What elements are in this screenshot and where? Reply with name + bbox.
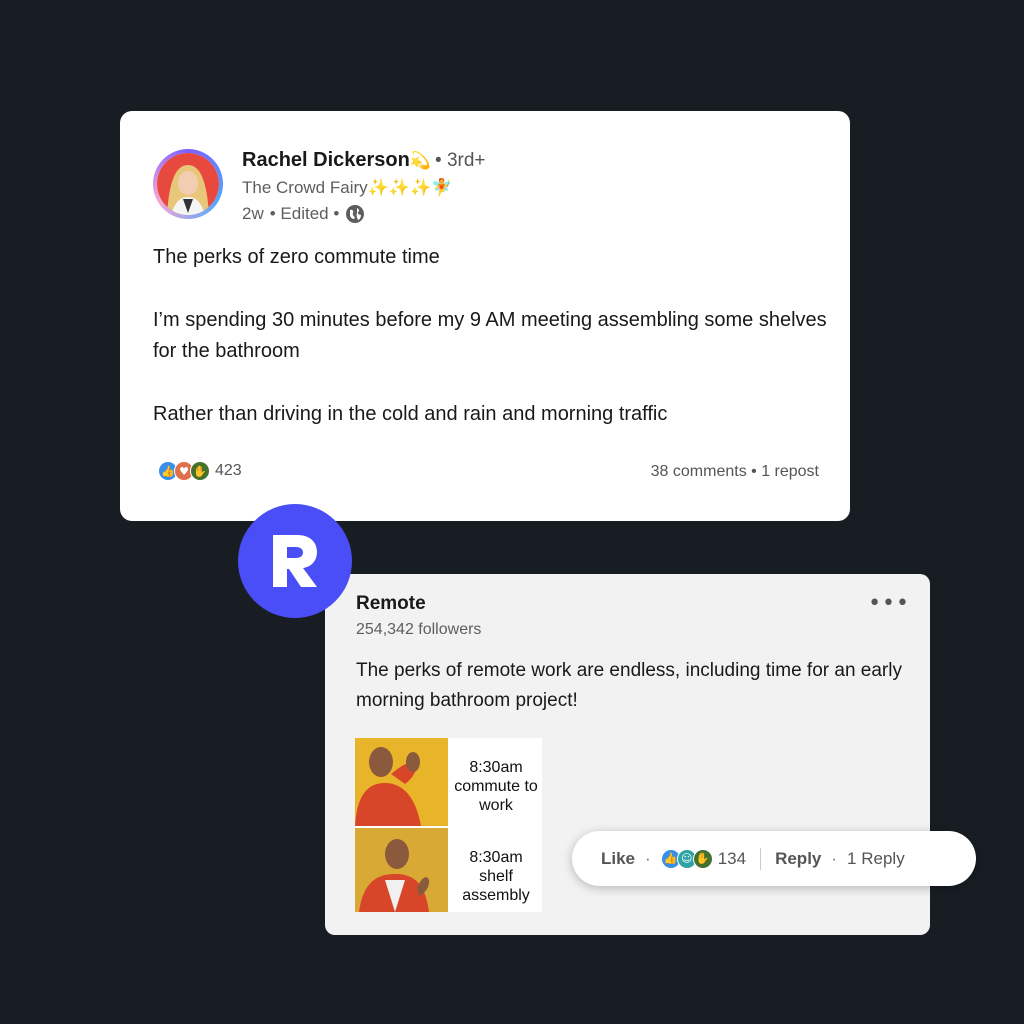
post-card: Rachel Dickerson💫 • 3rd+ The Crowd Fairy✨… bbox=[120, 111, 850, 521]
post-text-line: The perks of zero commute time bbox=[153, 246, 440, 268]
author-avatar[interactable] bbox=[153, 149, 223, 219]
comment-reaction-count[interactable]: 134 bbox=[718, 849, 746, 869]
support-icon: ✋ bbox=[692, 848, 713, 869]
meme-figure-approve bbox=[355, 828, 448, 912]
remote-r-glyph bbox=[273, 535, 317, 587]
meme-panel-approve bbox=[355, 828, 448, 912]
headline-text: The Crowd Fairy bbox=[242, 178, 368, 197]
meme-image[interactable]: 8:30am commute to work 8:30am shelf asse… bbox=[355, 738, 542, 912]
post-engagement[interactable]: 38 comments • 1 repost bbox=[651, 463, 819, 481]
avatar-image bbox=[157, 153, 219, 215]
separator-dot: · bbox=[645, 848, 651, 868]
author-name[interactable]: Rachel Dickerson💫 • 3rd+ bbox=[242, 149, 486, 172]
reply-button[interactable]: Reply bbox=[775, 849, 821, 869]
more-options-icon[interactable]: ••• bbox=[868, 591, 910, 616]
globe-icon bbox=[346, 205, 365, 223]
post-text-line: I’m spending 30 minutes before my 9 AM m… bbox=[153, 309, 827, 362]
meme-figure-reject bbox=[355, 738, 448, 826]
comment-text: The perks of remote work are endless, in… bbox=[356, 660, 902, 711]
author-emoji: 💫 bbox=[409, 151, 432, 170]
replies-link[interactable]: 1 Reply bbox=[847, 849, 905, 869]
like-button[interactable]: Like bbox=[601, 849, 635, 869]
connection-degree: • 3rd+ bbox=[435, 150, 486, 171]
comment-reactions[interactable]: 👍 ☺ ✋ 134 bbox=[660, 848, 746, 869]
commenter-name[interactable]: Remote bbox=[356, 593, 426, 615]
post-text-line: Rather than driving in the cold and rain… bbox=[153, 403, 668, 425]
post-reactions[interactable]: 👍 ♥ ✋ 423 bbox=[158, 461, 242, 481]
comment-action-bar: Like · 👍 ☺ ✋ 134 Reply · 1 Reply bbox=[572, 831, 976, 886]
meme-panel-reject bbox=[355, 738, 448, 826]
commenter-followers: 254,342 followers bbox=[356, 621, 482, 638]
post-time: 2w bbox=[242, 204, 264, 223]
post-edited: • Edited • bbox=[269, 204, 340, 223]
reaction-count[interactable]: 423 bbox=[215, 462, 242, 480]
author-headline: The Crowd Fairy✨✨✨🧚 bbox=[242, 178, 452, 198]
separator-dot: · bbox=[831, 848, 838, 868]
meme-caption-bottom: 8:30am shelf assembly bbox=[462, 849, 530, 904]
avatar-photo bbox=[157, 153, 219, 215]
headline-emoji: ✨✨✨🧚 bbox=[367, 178, 453, 197]
meme-caption-top: 8:30am commute to work bbox=[454, 759, 538, 814]
support-icon: ✋ bbox=[190, 461, 210, 481]
remote-logo-icon[interactable] bbox=[238, 504, 352, 618]
post-meta: 2w • Edited • bbox=[242, 204, 365, 224]
divider bbox=[760, 847, 762, 870]
author-name-text[interactable]: Rachel Dickerson bbox=[242, 149, 410, 171]
